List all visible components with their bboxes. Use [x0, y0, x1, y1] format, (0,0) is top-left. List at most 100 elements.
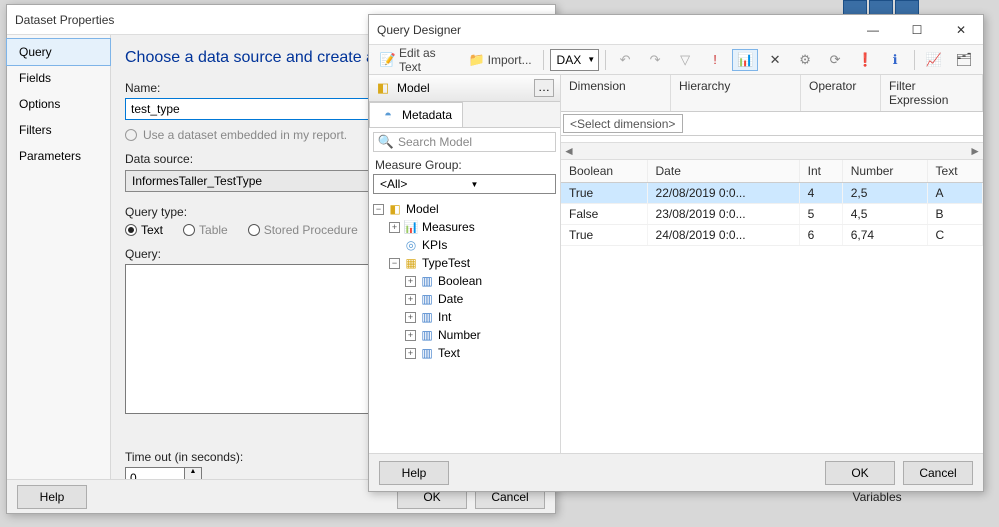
- tree-node-date[interactable]: +▥Date: [373, 290, 560, 308]
- spin-up-icon[interactable]: ▲: [185, 468, 201, 478]
- language-dropdown[interactable]: DAX▼: [550, 49, 600, 71]
- redo-button[interactable]: ↷: [642, 49, 668, 71]
- tb-btn-8[interactable]: ⟳: [822, 49, 848, 71]
- grid-row[interactable]: True22/08/2019 0:0...42,5A: [561, 183, 983, 204]
- delete-button[interactable]: ✕: [762, 49, 788, 71]
- column-icon: ▥: [419, 291, 435, 307]
- table-icon: ▦: [403, 255, 419, 271]
- parameters-icon: 📈: [926, 52, 942, 68]
- tb-btn-12[interactable]: 🗂: [951, 49, 977, 71]
- column-icon: ▥: [419, 273, 435, 289]
- qd-cancel-button[interactable]: Cancel: [903, 461, 973, 485]
- tree-node-int[interactable]: +▥Int: [373, 308, 560, 326]
- tree-node-boolean[interactable]: +▥Boolean: [373, 272, 560, 290]
- minimize-icon[interactable]: —: [851, 15, 895, 45]
- grid-row[interactable]: True24/08/2019 0:0...66,74C: [561, 225, 983, 246]
- measure-group-dropdown[interactable]: <All>▼: [373, 174, 556, 194]
- warning-icon: ❗: [857, 52, 873, 68]
- sidebar-item-fields[interactable]: Fields: [7, 65, 110, 91]
- refresh-icon: ⟳: [827, 52, 843, 68]
- querytype-text-radio[interactable]: Text: [125, 223, 163, 237]
- expand-icon[interactable]: −: [389, 258, 400, 269]
- search-icon: 🔍: [378, 134, 394, 150]
- gear-icon: ⚙: [797, 52, 813, 68]
- undo-icon: ↶: [617, 52, 633, 68]
- chevron-down-icon: ▼: [465, 180, 556, 189]
- edit-as-text-button[interactable]: 📝 Edit as Text: [375, 43, 460, 77]
- dimension-filter-row[interactable]: <Select dimension>: [561, 112, 983, 136]
- close-icon[interactable]: ✕: [939, 15, 983, 45]
- chevron-down-icon: ▼: [587, 55, 595, 64]
- aggregate-icon: 🗂: [956, 52, 972, 68]
- querytype-sp-radio[interactable]: Stored Procedure: [248, 223, 358, 237]
- kpi-icon: ◎: [403, 237, 419, 253]
- dataset-properties-sidebar: Query Fields Options Filters Parameters: [7, 35, 111, 479]
- expand-icon[interactable]: +: [389, 222, 400, 233]
- querytype-table-radio[interactable]: Table: [183, 223, 228, 237]
- edit-text-icon: 📝: [380, 52, 396, 68]
- column-icon: ▥: [419, 309, 435, 325]
- query-designer-window: Query Designer — ☐ ✕ 📝 Edit as Text 📁 Im…: [368, 14, 984, 492]
- metadata-tree[interactable]: −◧Model +📊Measures +◎KPIs −▦TypeTest +▥B…: [369, 198, 560, 453]
- expand-icon[interactable]: +: [405, 294, 416, 305]
- maximize-icon[interactable]: ☐: [895, 15, 939, 45]
- expand-icon[interactable]: +: [405, 348, 416, 359]
- run-button[interactable]: !: [702, 49, 728, 71]
- column-icon: ▥: [419, 345, 435, 361]
- embed-label: Use a dataset embedded in my report.: [143, 128, 347, 142]
- tree-node-text[interactable]: +▥Text: [373, 344, 560, 362]
- tb-btn-9[interactable]: ❗: [852, 49, 878, 71]
- measures-icon: 📊: [403, 219, 419, 235]
- cube-icon: ◧: [375, 80, 391, 96]
- sidebar-item-options[interactable]: Options: [7, 91, 110, 117]
- redo-icon: ↷: [647, 52, 663, 68]
- tb-btn-11[interactable]: 📈: [921, 49, 947, 71]
- col-int[interactable]: Int: [799, 160, 842, 183]
- metadata-tab[interactable]: ◓ Metadata: [369, 102, 463, 127]
- undo-button[interactable]: ↶: [612, 49, 638, 71]
- results-grid[interactable]: Boolean Date Int Number Text True22/08/2…: [561, 160, 983, 453]
- measure-group-label: Measure Group:: [369, 156, 560, 174]
- model-browse-button[interactable]: …: [534, 79, 554, 97]
- database-icon: ◓: [380, 107, 396, 123]
- select-dimension-cell[interactable]: <Select dimension>: [563, 114, 683, 133]
- sidebar-item-parameters[interactable]: Parameters: [7, 143, 110, 169]
- col-boolean[interactable]: Boolean: [561, 160, 647, 183]
- scroll-left-icon[interactable]: ◄: [563, 144, 575, 158]
- filter-icon: ▽: [677, 52, 693, 68]
- chart-icon: 📊: [737, 52, 753, 68]
- cube-icon: ◧: [387, 201, 403, 217]
- dimension-header-row: Dimension Hierarchy Operator Filter Expr…: [561, 75, 983, 112]
- qd-help-button[interactable]: Help: [379, 461, 449, 485]
- sidebar-item-query[interactable]: Query: [6, 38, 111, 66]
- expand-icon[interactable]: +: [405, 312, 416, 323]
- folder-icon: 📁: [469, 52, 485, 68]
- run-icon: !: [707, 52, 723, 68]
- sidebar-item-filters[interactable]: Filters: [7, 117, 110, 143]
- toggle-design-button[interactable]: 📊: [732, 49, 758, 71]
- tree-node-number[interactable]: +▥Number: [373, 326, 560, 344]
- col-date[interactable]: Date: [647, 160, 799, 183]
- expand-icon[interactable]: −: [373, 204, 384, 215]
- embed-radio[interactable]: [125, 129, 137, 141]
- timeout-input[interactable]: [125, 467, 185, 479]
- search-model-input[interactable]: 🔍 Search Model: [373, 132, 556, 152]
- help-button[interactable]: Help: [17, 485, 87, 509]
- tb-btn-7[interactable]: ⚙: [792, 49, 818, 71]
- col-number[interactable]: Number: [842, 160, 927, 183]
- query-designer-toolbar: 📝 Edit as Text 📁 Import... DAX▼ ↶ ↷ ▽ ! …: [369, 45, 983, 75]
- qd-ok-button[interactable]: OK: [825, 461, 895, 485]
- expand-icon[interactable]: +: [405, 276, 416, 287]
- tb-btn-10[interactable]: ℹ: [882, 49, 908, 71]
- query-designer-titlebar[interactable]: Query Designer — ☐ ✕: [369, 15, 983, 45]
- horizontal-scrollbar[interactable]: ◄►: [561, 142, 983, 160]
- grid-row[interactable]: False23/08/2019 0:0...54,5B: [561, 204, 983, 225]
- expand-icon[interactable]: +: [405, 330, 416, 341]
- toggle-button-1[interactable]: ▽: [672, 49, 698, 71]
- scroll-right-icon[interactable]: ►: [969, 144, 981, 158]
- model-header: ◧ Model …: [369, 75, 560, 102]
- col-text[interactable]: Text: [927, 160, 982, 183]
- query-designer-title: Query Designer: [377, 23, 845, 37]
- delete-icon: ✕: [767, 52, 783, 68]
- import-button[interactable]: 📁 Import...: [464, 49, 537, 71]
